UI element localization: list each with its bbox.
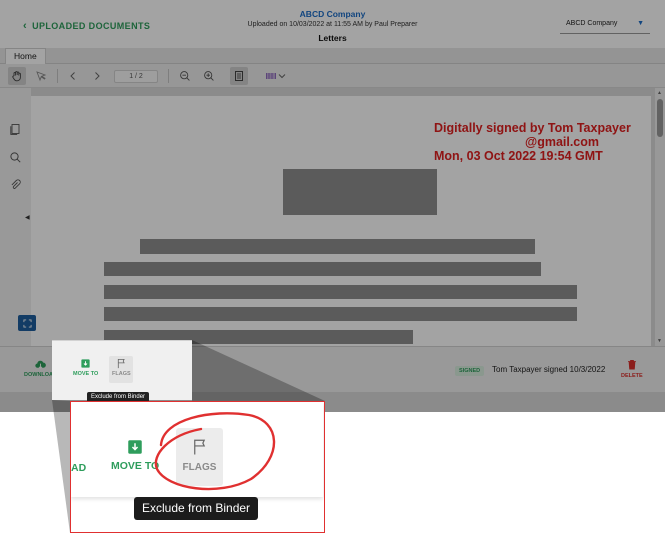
zoomed-action-bar: AD MOVE TO FLAGS (71, 402, 323, 497)
redacted-block (104, 262, 541, 276)
zoom-move-to-button[interactable]: MOVE TO (111, 438, 159, 472)
document-header: ABCD Company Uploaded on 10/03/2022 at 1… (200, 9, 465, 43)
pages-icon[interactable] (9, 123, 22, 136)
arrow-right-icon[interactable] (88, 67, 106, 85)
page-number-input[interactable]: 1 / 2 (114, 70, 158, 83)
chevron-down-icon: ▼ (637, 20, 644, 27)
company-select[interactable]: ABCD Company ▼ (560, 16, 650, 34)
delete-button[interactable]: DELETE (621, 359, 643, 379)
back-to-uploaded-documents-link[interactable]: ‹ UPLOADED DOCUMENTS (23, 20, 150, 32)
download-label-partial: AD (71, 462, 87, 474)
zoom-tooltip: Exclude from Binder (134, 497, 259, 520)
move-to-label: MOVE TO (73, 371, 99, 377)
redacted-block (104, 307, 577, 321)
zoom-flags-button[interactable]: FLAGS (176, 428, 223, 486)
header: ‹ UPLOADED DOCUMENTS ABCD Company Upload… (0, 0, 665, 48)
redacted-block (140, 239, 535, 254)
zoom-in-icon[interactable] (200, 67, 218, 85)
download-icon (35, 360, 46, 370)
page-view-icon[interactable] (230, 67, 248, 85)
viewer-sidebar: ◀ (0, 88, 31, 346)
company-name: ABCD Company (299, 9, 366, 19)
toolbar-divider (57, 69, 58, 83)
signature-line: Mon, 03 Oct 2022 19:54 GMT (434, 149, 603, 163)
chevron-left-icon: ‹ (23, 20, 28, 32)
zoom-callout: AD MOVE TO FLAGS Exclude from Binder (70, 401, 325, 533)
scroll-down-icon[interactable]: ▼ (657, 338, 662, 344)
move-to-icon (81, 359, 90, 368)
zoom-move-to-label: MOVE TO (111, 460, 160, 472)
redacted-block (283, 169, 437, 215)
move-to-button[interactable]: MOVE TO (73, 358, 98, 377)
flags-label: FLAGS (112, 371, 131, 377)
signature-line: @gmail.com (525, 135, 600, 149)
chevron-down-icon[interactable] (276, 67, 288, 85)
company-select-value: ABCD Company (566, 20, 618, 27)
flag-icon (193, 439, 205, 455)
flags-button[interactable]: FLAGS (112, 358, 131, 377)
delete-label: DELETE (621, 373, 643, 379)
zoom-out-icon[interactable] (176, 67, 194, 85)
signed-badge: SIGNED (455, 366, 485, 376)
search-icon[interactable] (9, 151, 22, 164)
spotlight-region: MOVE TO FLAGS (52, 340, 192, 400)
trash-icon (627, 359, 636, 370)
expand-icon (22, 318, 32, 328)
vertical-scrollbar[interactable]: ▲ ▼ (655, 88, 665, 346)
document-viewer: Digitally signed by Tom Taxpayer @gmail.… (31, 88, 665, 356)
toolbar-divider (168, 69, 169, 83)
document-page: Digitally signed by Tom Taxpayer @gmail.… (31, 96, 651, 356)
select-icon[interactable] (32, 67, 50, 85)
zoom-flags-label: FLAGS (182, 462, 217, 473)
viewer-toolbar: 1 / 2 (0, 64, 665, 88)
scrollbar-thumb[interactable] (657, 99, 663, 137)
signed-status: Tom Taxpayer signed 10/3/2022 (492, 365, 606, 374)
sidebar-collapse-handle[interactable]: ◀ (25, 214, 30, 221)
paperclip-icon[interactable] (9, 178, 22, 191)
move-to-icon (128, 440, 142, 454)
flag-icon (117, 358, 125, 369)
upload-info: Uploaded on 10/03/2022 at 11:55 AM by Pa… (247, 21, 418, 28)
arrow-left-icon[interactable] (64, 67, 82, 85)
back-label: UPLOADED DOCUMENTS (32, 21, 151, 31)
scroll-up-icon[interactable]: ▲ (657, 90, 662, 96)
document-title: Letters (318, 33, 347, 43)
signature-line: Digitally signed by Tom Taxpayer (434, 121, 631, 135)
tab-home[interactable]: Home (5, 48, 46, 64)
expand-button[interactable] (18, 315, 36, 331)
hand-icon[interactable] (8, 67, 26, 85)
redacted-block (104, 285, 577, 299)
tab-bar: Home (0, 48, 665, 64)
